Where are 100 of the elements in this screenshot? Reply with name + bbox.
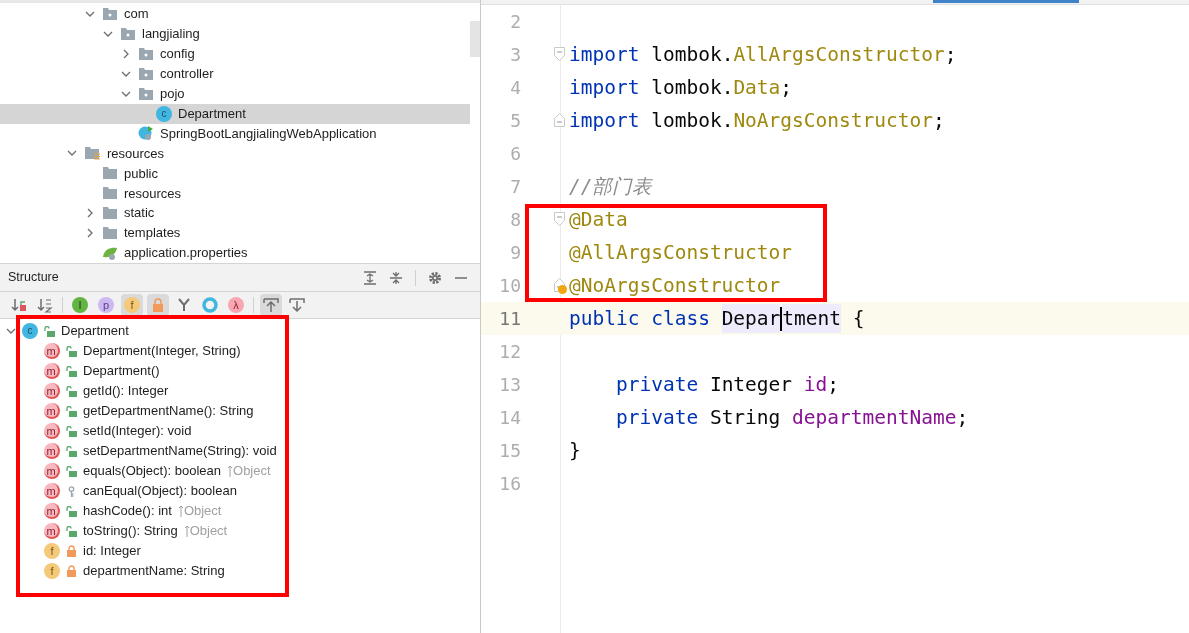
chevron-right-icon[interactable] (85, 228, 95, 239)
up-arrow-icon (227, 465, 234, 477)
up-arrow-icon (177, 505, 184, 517)
toolbar-toggle[interactable] (147, 294, 169, 316)
tree-item[interactable]: SpringBootLangjialingWebApplication (0, 123, 470, 144)
code-token: String (709, 404, 782, 431)
folder-icon (102, 226, 118, 241)
code-token: NoArgsConstructor (733, 107, 933, 134)
method-icon: m (44, 503, 60, 519)
chevron-right-icon[interactable] (121, 48, 131, 59)
tree-item[interactable]: m Department() (0, 361, 480, 381)
line-number: 9 (509, 241, 521, 265)
line-number: 5 (509, 109, 521, 133)
tree-item[interactable]: m hashCode(): int Object (0, 501, 480, 521)
open-lock-icon (66, 525, 77, 537)
tree-item[interactable]: resources (0, 183, 470, 204)
toolbar-toggle[interactable] (199, 294, 221, 316)
folder-icon (102, 206, 118, 221)
open-lock-icon (66, 385, 77, 397)
line-number: 4 (509, 76, 521, 100)
open-lock-icon (66, 425, 77, 437)
member-label: setId(Integer): void (83, 422, 192, 441)
code-token: @Data (569, 206, 628, 233)
code-token: tment (782, 303, 842, 334)
tree-item[interactable]: m Department(Integer, String) (0, 341, 480, 361)
open-lock-icon (66, 345, 77, 357)
tree-item[interactable]: config (0, 43, 470, 64)
code-token: import (569, 74, 640, 101)
member-label: hashCode(): int (83, 502, 172, 521)
scrollbar-thumb[interactable] (470, 21, 480, 57)
class-icon: c (156, 105, 172, 122)
tree-item[interactable]: f id: Integer (0, 541, 480, 561)
tree-item[interactable]: m getDepartmentName(): String (0, 401, 480, 421)
expand-all-icon[interactable] (363, 270, 377, 285)
lock-icon (66, 565, 77, 577)
member-label: getId(): Integer (83, 382, 169, 401)
tree-item[interactable]: application.properties (0, 243, 470, 263)
tree-item[interactable]: c Department (0, 321, 480, 341)
line-number: 11 (498, 307, 521, 331)
sort-alpha-icon (37, 297, 53, 313)
open-lock-icon (66, 505, 77, 517)
tree-item[interactable]: m equals(Object): boolean Object (0, 461, 480, 481)
package-folder-icon (120, 26, 136, 41)
fold-marker-icon[interactable] (554, 47, 565, 61)
tree-item[interactable]: m toString(): String Object (0, 521, 480, 541)
method-icon: m (44, 363, 60, 379)
package-folder-icon (102, 6, 118, 21)
tree-item[interactable]: m setId(Integer): void (0, 421, 480, 441)
open-lock-icon (66, 405, 77, 417)
open-lock-icon (66, 465, 77, 477)
tree-item[interactable]: m getId(): Integer (0, 381, 480, 401)
line-number: 13 (498, 373, 521, 397)
scroll-down-icon (289, 297, 305, 313)
fold-marker-icon[interactable] (554, 212, 565, 226)
open-lock-icon (66, 445, 77, 457)
code-token: private (614, 404, 700, 431)
code-token: ; (956, 404, 969, 431)
tree-item[interactable]: pojo (0, 83, 470, 104)
tree-item[interactable]: controller (0, 63, 470, 84)
member-label: setDepartmentName(String): void (83, 442, 277, 461)
collapse-all-icon[interactable] (389, 270, 403, 285)
ring-icon (202, 297, 218, 313)
lock-icon (152, 298, 164, 312)
chevron-down-icon[interactable] (6, 326, 16, 336)
method-icon: m (44, 483, 60, 499)
tree-item[interactable]: m canEqual(Object): boolean (0, 481, 480, 501)
folder-icon (102, 186, 118, 201)
package-folder-icon (138, 46, 154, 61)
method-icon: m (44, 443, 60, 459)
code-token: import (569, 107, 640, 134)
field-icon: f (44, 543, 60, 559)
settings-icon[interactable] (428, 270, 442, 285)
toolbar-toggle[interactable] (260, 294, 282, 316)
line-number: 14 (498, 406, 521, 430)
tree-item[interactable]: f departmentName: String (0, 561, 480, 581)
code-token: departmentName (792, 404, 957, 431)
tree-item[interactable]: public (0, 163, 470, 184)
key-icon (66, 485, 77, 497)
code-token: Data (733, 74, 781, 101)
tree-item[interactable]: langjialing (0, 23, 470, 44)
tree-item[interactable]: c Department (0, 103, 470, 124)
leaf-settings-icon (102, 245, 118, 261)
method-icon: m (44, 523, 60, 539)
tree-item[interactable]: m setDepartmentName(String): void (0, 441, 480, 461)
chevron-right-icon[interactable] (85, 208, 95, 219)
code-token: Depar (721, 303, 781, 334)
tree-item[interactable]: templates (0, 223, 470, 244)
line-number: 12 (498, 340, 521, 364)
spring-class-icon (138, 125, 154, 142)
method-icon: m (44, 343, 60, 359)
member-label: getDepartmentName(): String (83, 402, 254, 421)
code-token: lombok. (650, 74, 734, 101)
class-icon: c (22, 323, 38, 339)
tree-item[interactable]: static (0, 203, 470, 224)
fold-marker-icon[interactable] (554, 113, 565, 127)
folder-icon (102, 166, 118, 181)
line-number: 16 (498, 472, 521, 496)
tree-item[interactable]: com (0, 4, 470, 24)
member-label: Department(Integer, String) (83, 342, 241, 361)
tree-item[interactable]: resources (0, 143, 470, 164)
